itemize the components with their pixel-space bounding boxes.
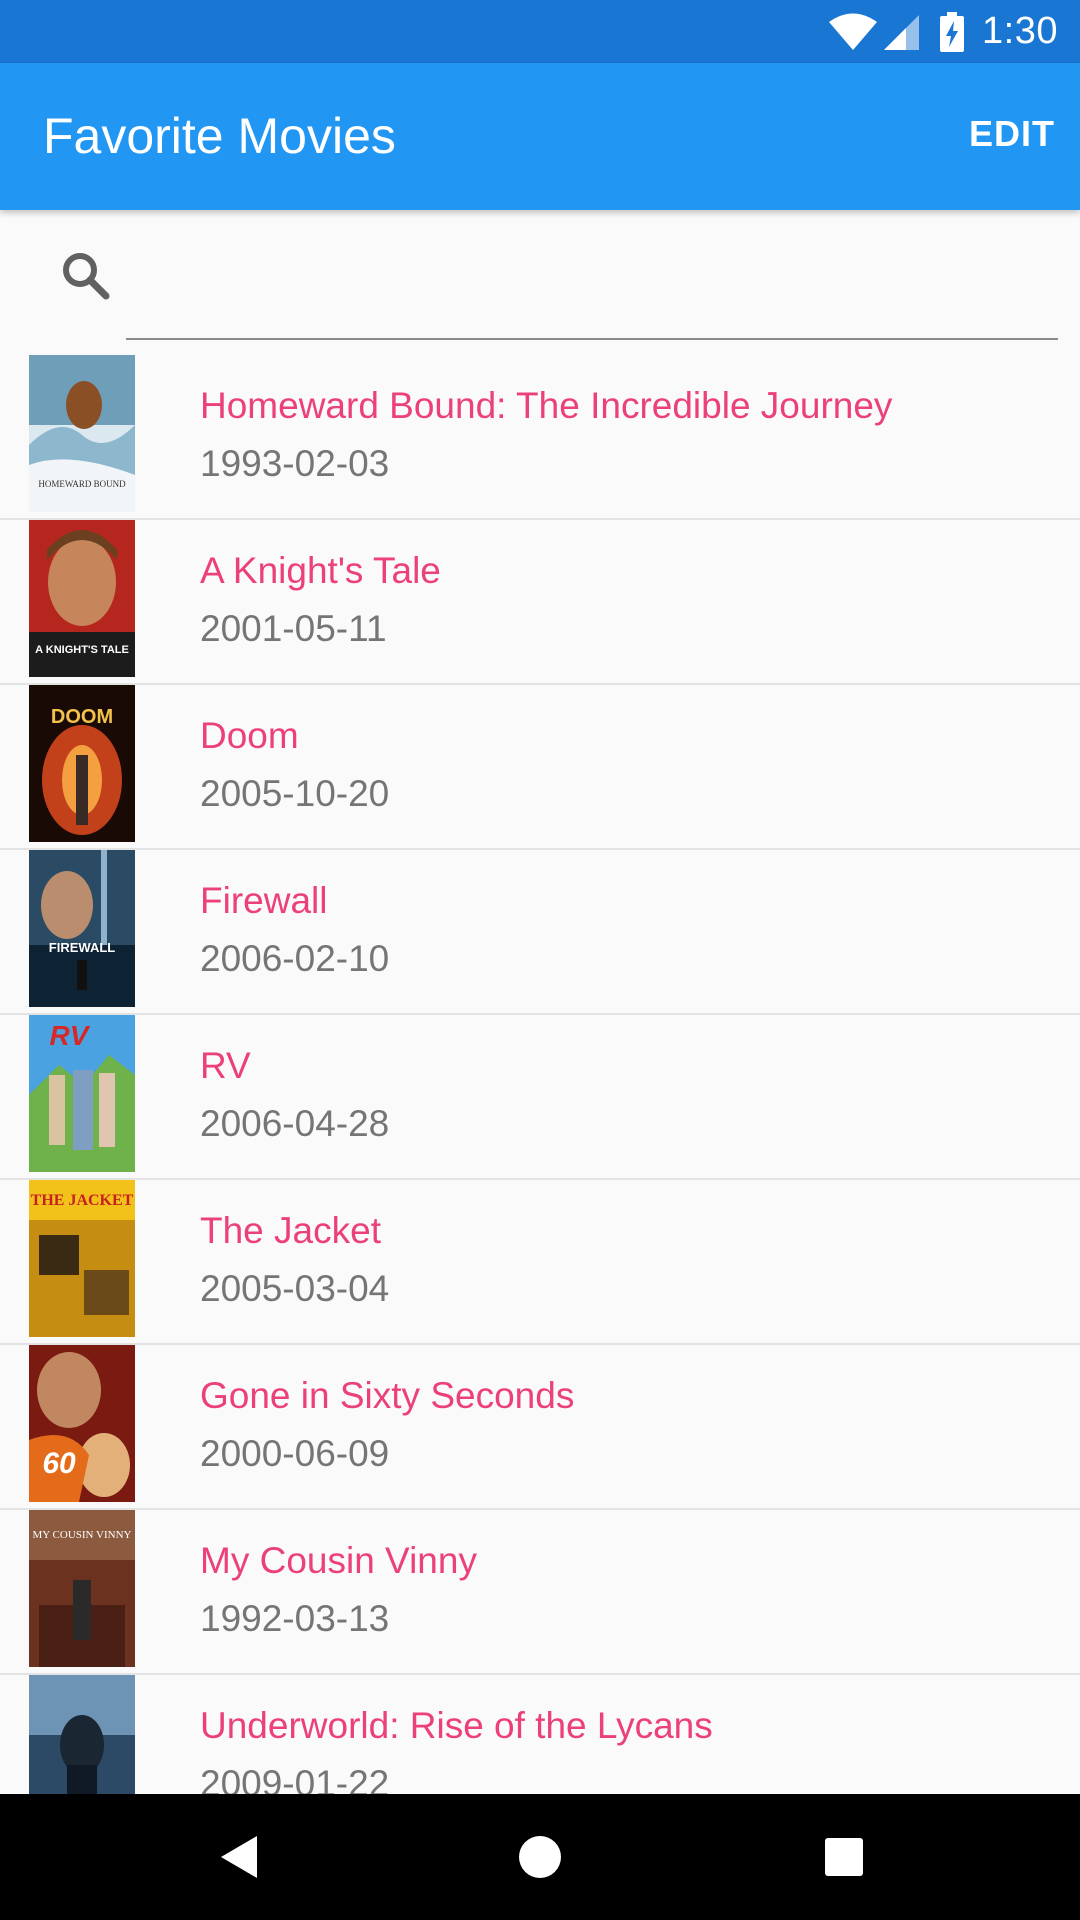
- movie-list[interactable]: HOMEWARD BOUND Homeward Bound: The Incre…: [0, 355, 1080, 1795]
- status-icons: 1:30: [828, 0, 1058, 63]
- movie-title: Underworld: Rise of the Lycans: [200, 1705, 713, 1746]
- movie-title: RV: [200, 1045, 251, 1086]
- battery-charging-icon: [940, 11, 965, 52]
- movie-title: Homeward Bound: The Incredible Journey: [200, 385, 893, 426]
- poster-text: FIREWALL: [49, 940, 115, 955]
- movie-date: 2009-01-22: [200, 1763, 390, 1795]
- movie-title: Gone in Sixty Seconds: [200, 1375, 575, 1416]
- list-item[interactable]: A KNIGHT'S TALE A Knight's Tale 2001-05-…: [0, 520, 1080, 685]
- screen: 1:30 Favorite Movies EDIT HOMEWARD BOUND…: [0, 0, 1080, 1920]
- movie-date: 2001-05-11: [200, 608, 387, 649]
- navigation-bar: [0, 1794, 1080, 1920]
- search-icon: [58, 248, 114, 304]
- movie-poster: A KNIGHT'S TALE: [29, 520, 135, 677]
- movie-date: 2005-10-20: [200, 773, 390, 814]
- movie-title: Firewall: [200, 880, 328, 921]
- home-circle-icon[interactable]: [515, 1832, 565, 1882]
- movie-poster: DOOM: [29, 685, 135, 842]
- list-item[interactable]: THE JACKET The Jacket 2005-03-04: [0, 1180, 1080, 1345]
- movie-title: My Cousin Vinny: [200, 1540, 477, 1581]
- list-item[interactable]: MY COUSIN VINNY My Cousin Vinny 1992-03-…: [0, 1510, 1080, 1675]
- movie-poster: MY COUSIN VINNY: [29, 1510, 135, 1667]
- movie-poster: HOMEWARD BOUND: [29, 355, 135, 512]
- poster-text: MY COUSIN VINNY: [32, 1529, 131, 1541]
- list-item[interactable]: FIREWALL Firewall 2006-02-10: [0, 850, 1080, 1015]
- status-time: 1:30: [982, 10, 1058, 52]
- movie-title: Doom: [200, 715, 299, 756]
- poster-text: 60: [42, 1447, 76, 1480]
- search-bar: [0, 210, 1080, 355]
- list-item[interactable]: DOOM Doom 2005-10-20: [0, 685, 1080, 850]
- app-bar: Favorite Movies EDIT: [0, 63, 1080, 210]
- movie-date: 2005-03-04: [200, 1268, 390, 1309]
- wifi-icon: [828, 13, 878, 51]
- status-bar: 1:30: [0, 0, 1080, 63]
- movie-date: 2006-04-28: [200, 1103, 390, 1144]
- poster-text: HOMEWARD BOUND: [38, 479, 126, 489]
- movie-date: 1993-02-03: [200, 443, 390, 484]
- edit-button[interactable]: EDIT: [969, 113, 1055, 155]
- movie-poster: FIREWALL: [29, 850, 135, 1007]
- recents-square-icon[interactable]: [819, 1832, 869, 1882]
- movie-poster: 60: [29, 1345, 135, 1502]
- back-triangle-icon[interactable]: [215, 1832, 265, 1882]
- page-title: Favorite Movies: [43, 108, 396, 164]
- movie-title: A Knight's Tale: [200, 550, 441, 591]
- list-item[interactable]: 60 Gone in Sixty Seconds 2000-06-09: [0, 1345, 1080, 1510]
- list-item[interactable]: RV RV 2006-04-28: [0, 1015, 1080, 1180]
- movie-title: The Jacket: [200, 1210, 381, 1251]
- search-input[interactable]: [126, 260, 1058, 340]
- movie-poster: THE JACKET: [29, 1180, 135, 1337]
- poster-text: THE JACKET: [31, 1192, 134, 1209]
- list-item[interactable]: Underworld: Rise of the Lycans 2009-01-2…: [0, 1675, 1080, 1795]
- movie-date: 2006-02-10: [200, 938, 390, 979]
- poster-text: RV: [50, 1020, 91, 1051]
- cell-signal-icon: [882, 13, 920, 51]
- list-item[interactable]: HOMEWARD BOUND Homeward Bound: The Incre…: [0, 355, 1080, 520]
- movie-date: 2000-06-09: [200, 1433, 390, 1474]
- movie-date: 1992-03-13: [200, 1598, 390, 1639]
- movie-poster: RV: [29, 1015, 135, 1172]
- movie-poster: [29, 1675, 135, 1795]
- poster-text: DOOM: [51, 706, 113, 728]
- poster-text: A KNIGHT'S TALE: [35, 644, 129, 656]
